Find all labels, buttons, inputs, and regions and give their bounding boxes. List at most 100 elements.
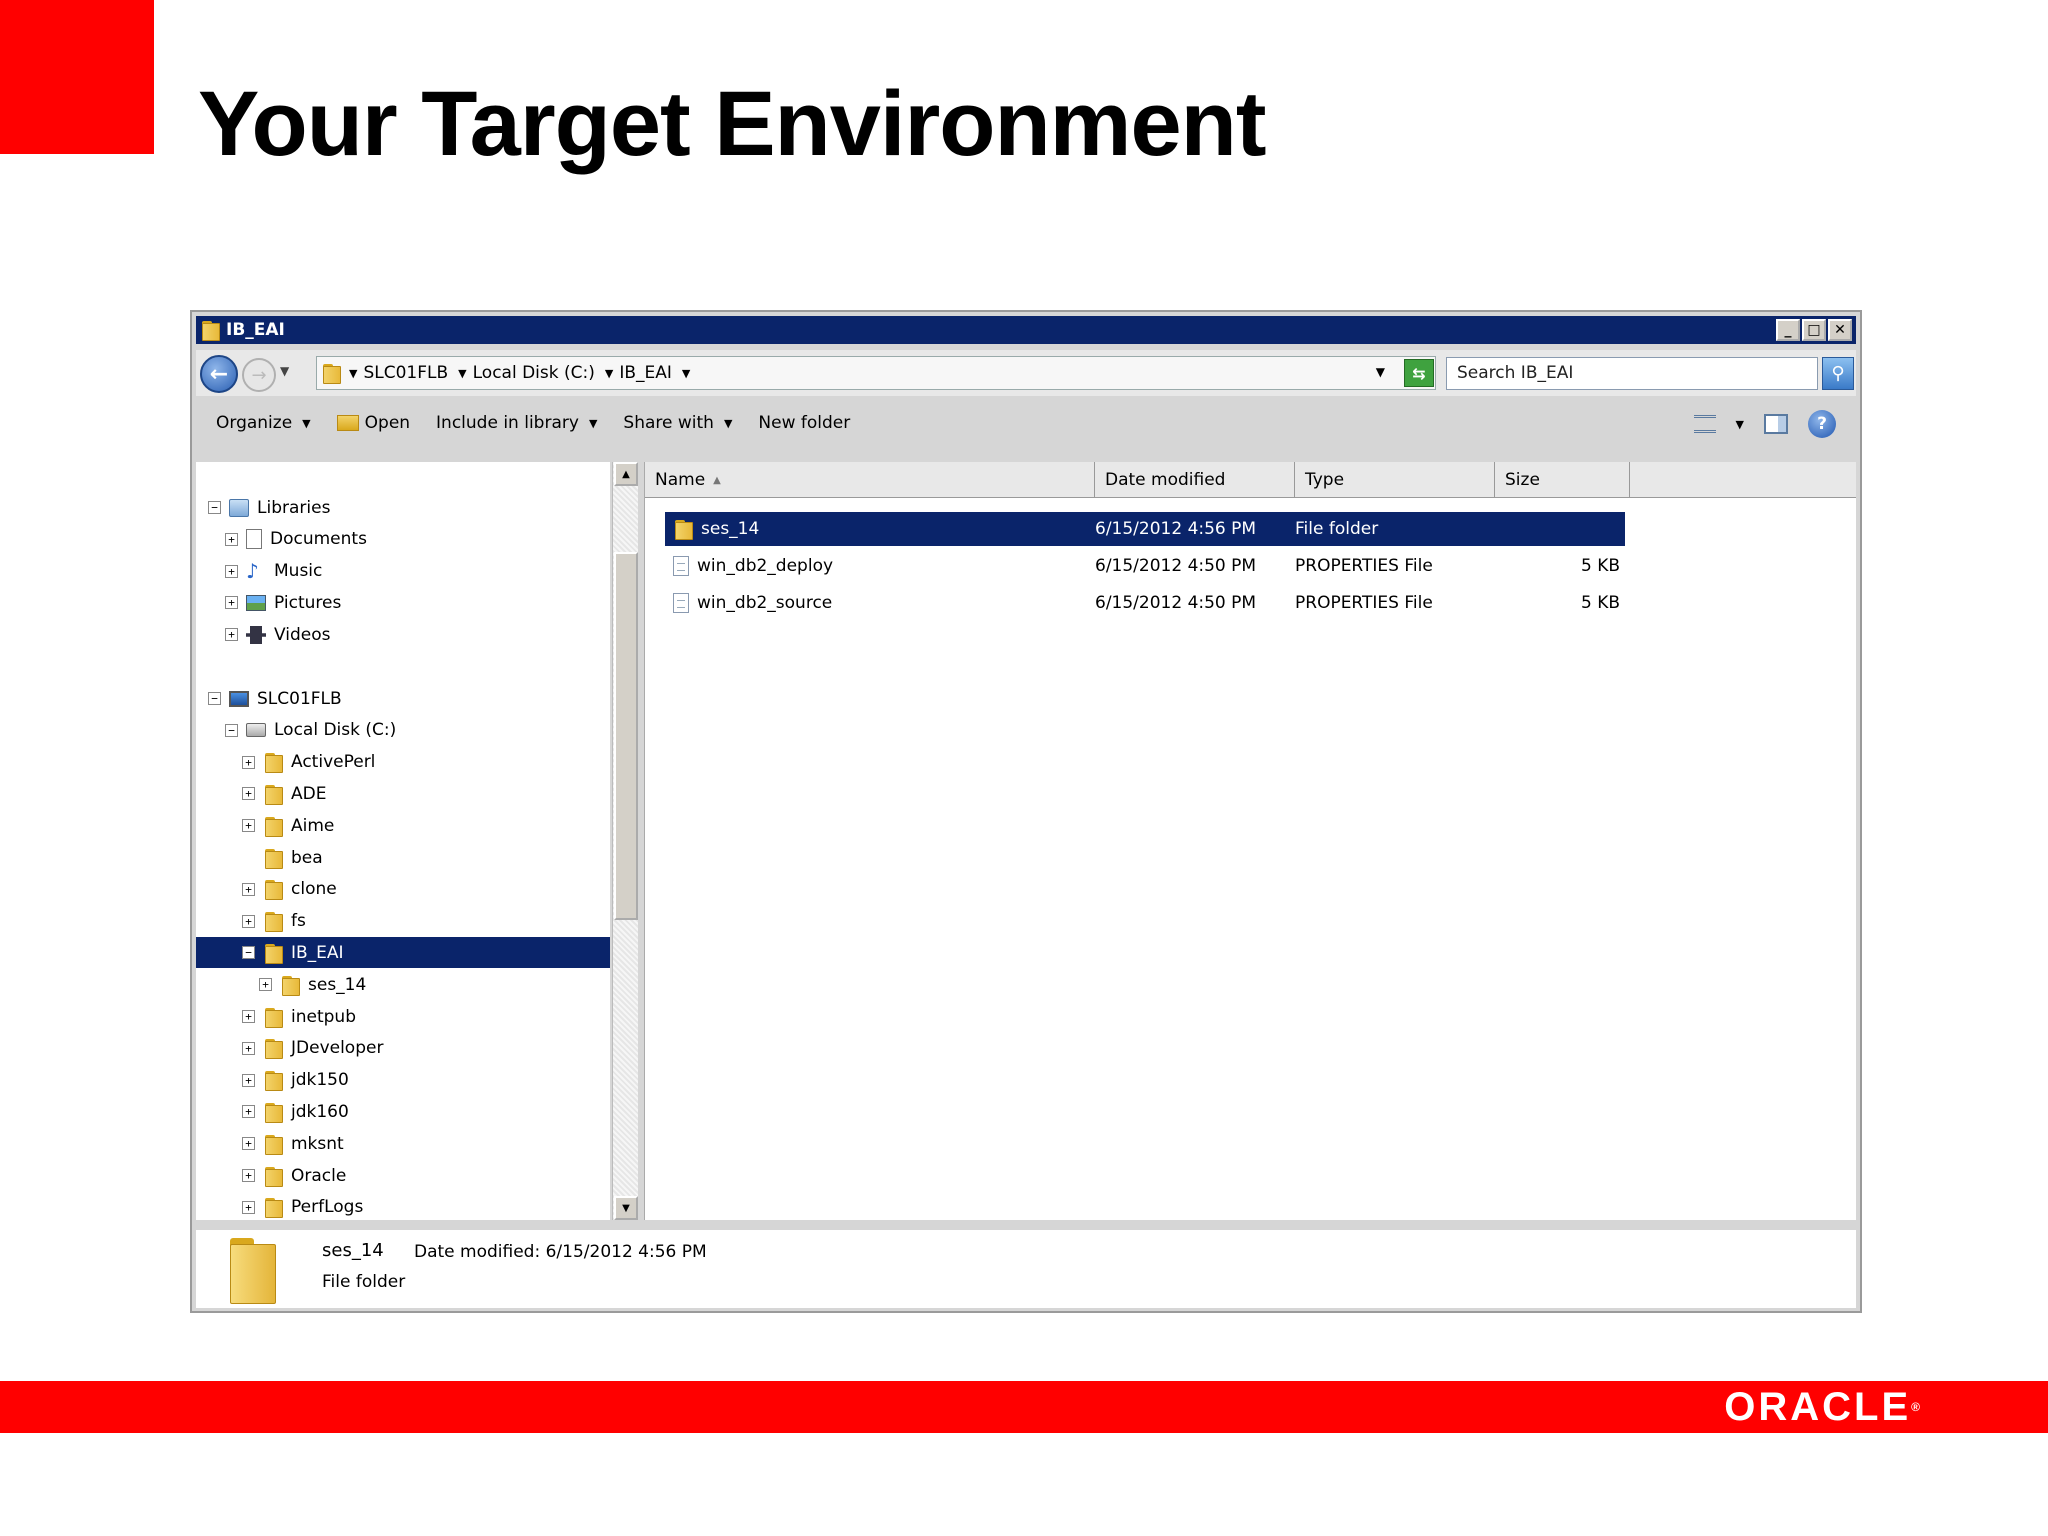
search-button[interactable]: ⚲ <box>1822 357 1854 390</box>
scroll-up-button[interactable]: ▲ <box>614 462 638 486</box>
tree-item-label: fs <box>291 911 306 932</box>
expand-icon[interactable]: + <box>242 1200 255 1214</box>
organize-menu[interactable]: Organize ▼ <box>216 413 311 433</box>
window-title: IB_EAI <box>226 320 285 340</box>
file-icon <box>673 556 689 576</box>
address-bar[interactable]: ▼ SLC01FLB ▼ Local Disk (C:) ▼ IB_EAI ▼ ▼ <box>316 356 1436 390</box>
tree-item[interactable]: + Documents <box>196 524 610 555</box>
minimize-button[interactable]: _ <box>1776 319 1800 341</box>
details-type: File folder <box>322 1272 406 1292</box>
collapse-icon[interactable]: − <box>242 946 255 960</box>
help-icon[interactable]: ? <box>1808 410 1836 438</box>
file-date: 6/15/2012 4:56 PM <box>1095 519 1257 539</box>
tree-item[interactable]: + ADE <box>196 778 610 809</box>
tree-item[interactable]: − Libraries <box>196 492 610 523</box>
file-row[interactable]: win_db2_source 6/15/2012 4:50 PM PROPERTIE… <box>665 586 1625 620</box>
column-header-size[interactable]: Size <box>1495 462 1630 498</box>
expand-icon[interactable]: + <box>225 628 238 642</box>
tree-item[interactable]: − Local Disk (C:) <box>196 715 610 746</box>
expand-icon[interactable]: + <box>242 1041 255 1055</box>
file-type: PROPERTIES File <box>1295 593 1433 613</box>
tree-item[interactable]: bea <box>196 842 610 873</box>
file-date-cell: 6/15/2012 4:50 PM <box>1095 556 1295 576</box>
tree-item-label: JDeveloper <box>291 1038 384 1059</box>
refresh-button[interactable]: ⇆ <box>1404 359 1434 387</box>
include-in-library-menu[interactable]: Include in library ▼ <box>436 413 597 433</box>
expand-icon[interactable]: + <box>242 1105 255 1119</box>
tree-item[interactable]: + Oracle <box>196 1160 610 1191</box>
tree-item[interactable]: + JDeveloper <box>196 1033 610 1064</box>
tree-item[interactable]: + fs <box>196 906 610 937</box>
file-row[interactable]: ses_14 6/15/2012 4:56 PM File folder <box>665 512 1625 546</box>
tree-item[interactable]: + PerfLogs <box>196 1192 610 1220</box>
folder-icon <box>263 1070 283 1092</box>
expand-icon[interactable]: + <box>242 755 255 769</box>
navigation-scrollbar[interactable]: ▲ ▼ <box>612 462 638 1220</box>
collapse-icon[interactable]: − <box>208 501 221 514</box>
expand-icon[interactable]: + <box>242 1169 255 1182</box>
tree-item[interactable]: − IB_EAI <box>196 937 610 969</box>
tree-item[interactable]: + mksnt <box>196 1128 610 1159</box>
tree-item[interactable]: + clone <box>196 874 610 905</box>
share-with-menu[interactable]: Share with ▼ <box>623 413 732 433</box>
scrollbar-thumb[interactable] <box>614 552 638 920</box>
expand-icon[interactable]: + <box>259 978 272 992</box>
expand-icon[interactable]: + <box>242 787 255 801</box>
tree-item[interactable]: + ♪ Music <box>196 556 610 587</box>
breadcrumb-computer[interactable]: ▼ SLC01FLB <box>349 363 448 383</box>
scroll-down-button[interactable]: ▼ <box>614 1196 638 1220</box>
preview-pane-icon[interactable] <box>1764 414 1788 434</box>
expand-icon[interactable]: + <box>225 564 238 578</box>
collapse-icon[interactable]: − <box>225 723 238 737</box>
tree-item[interactable]: + Aime <box>196 810 610 841</box>
back-button[interactable]: ← <box>200 355 238 393</box>
address-dropdown-icon[interactable]: ▼ <box>1376 365 1385 379</box>
tree-item-label: SLC01FLB <box>257 688 342 709</box>
expand-icon[interactable]: + <box>242 882 255 896</box>
view-options-dropdown-icon[interactable]: ▼ <box>1736 418 1744 431</box>
breadcrumb-disk[interactable]: ▼ Local Disk (C:) <box>458 363 595 383</box>
file-icon <box>673 593 689 613</box>
file-size-cell: 5 KB <box>1495 556 1620 576</box>
expand-icon[interactable]: + <box>225 532 238 546</box>
expand-icon[interactable]: + <box>242 1010 255 1023</box>
title-bar[interactable]: IB_EAI _ □ ✕ <box>196 316 1856 344</box>
tree-item[interactable]: + ses_14 <box>196 969 610 1000</box>
file-size: 5 KB <box>1580 556 1620 576</box>
folder-icon <box>321 363 341 384</box>
tree-item[interactable]: + Pictures <box>196 587 610 618</box>
expand-icon[interactable]: + <box>242 914 255 928</box>
expand-icon[interactable]: + <box>242 1137 255 1151</box>
tree-item-label: jdk150 <box>291 1070 349 1091</box>
change-view-icon[interactable] <box>1693 415 1716 433</box>
expand-icon[interactable]: + <box>242 819 255 833</box>
maximize-button[interactable]: □ <box>1802 319 1826 341</box>
recent-pages-dropdown-icon[interactable]: ▼ <box>280 364 289 378</box>
column-header-type[interactable]: Type <box>1295 462 1495 498</box>
column-header-date-modified[interactable]: Date modified <box>1095 462 1295 498</box>
expand-icon[interactable]: + <box>225 596 238 610</box>
file-row[interactable]: win_db2_deploy 6/15/2012 4:50 PM PROPERTIE… <box>665 549 1625 583</box>
column-headers: Name ▲ Date modified Type Size <box>645 462 1856 498</box>
search-input[interactable]: Search IB_EAI <box>1446 357 1818 390</box>
forward-button[interactable]: → <box>242 358 276 392</box>
computer-icon <box>229 690 249 707</box>
tree-item[interactable]: + inetpub <box>196 1001 610 1032</box>
collapse-icon[interactable]: − <box>208 692 221 705</box>
open-button[interactable]: Open <box>336 413 410 433</box>
file-name: ses_14 <box>701 519 760 539</box>
tree-item[interactable]: − SLC01FLB <box>196 683 610 714</box>
oracle-logo: ORACLE® <box>1724 1385 1920 1429</box>
tree-item[interactable]: + Videos <box>196 619 610 650</box>
tree-item-label: Aime <box>291 815 335 836</box>
breadcrumb-folder[interactable]: ▼ IB_EAI ▼ <box>605 363 697 383</box>
column-header-name[interactable]: Name ▲ <box>645 462 1095 498</box>
file-type: PROPERTIES File <box>1295 556 1433 576</box>
expand-icon[interactable]: + <box>242 1073 255 1087</box>
tree-item[interactable]: + jdk160 <box>196 1096 610 1127</box>
tree-item[interactable]: + ActivePerl <box>196 747 610 778</box>
tree-item[interactable]: + jdk150 <box>196 1065 610 1096</box>
new-folder-button[interactable]: New folder <box>758 413 850 433</box>
tree-item-label: IB_EAI <box>291 942 344 963</box>
close-button[interactable]: ✕ <box>1828 319 1852 341</box>
